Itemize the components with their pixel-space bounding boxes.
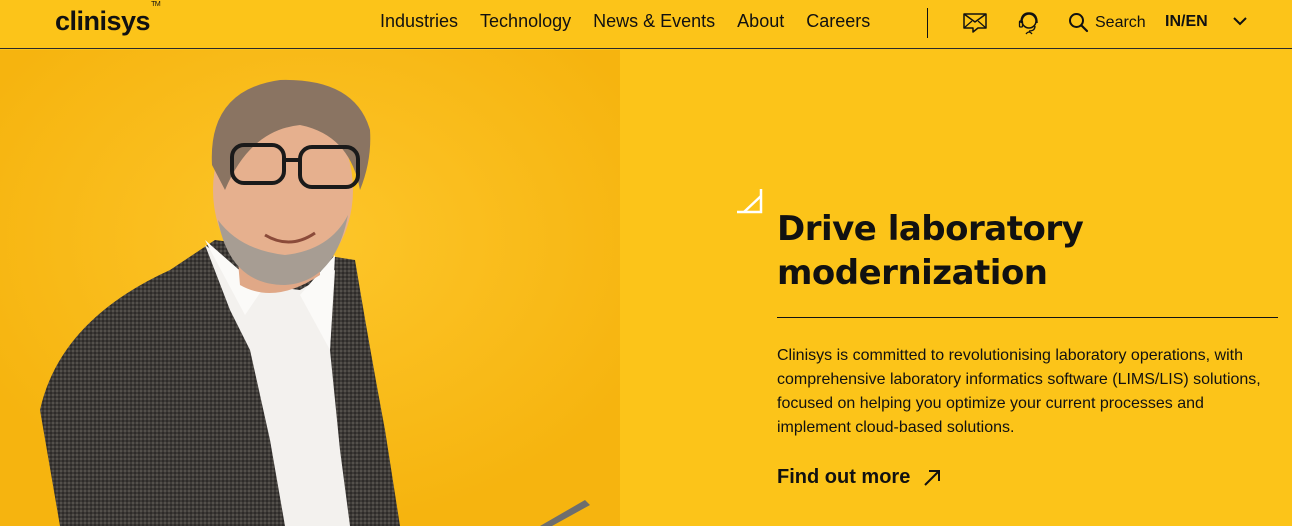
clinisys-logo[interactable]: clinisysTM bbox=[55, 1, 161, 37]
headline-line-1: Drive laboratory bbox=[777, 209, 1084, 249]
headline-line-2: modernization bbox=[777, 253, 1048, 293]
logo-text: clinisys bbox=[55, 6, 151, 36]
search-label: Search bbox=[1095, 13, 1146, 31]
nav-about[interactable]: About bbox=[737, 11, 784, 32]
main-nav: Industries Technology News & Events Abou… bbox=[380, 11, 892, 32]
cta-label: Find out more bbox=[777, 466, 911, 488]
chevron-down-icon[interactable] bbox=[1232, 14, 1248, 32]
corner-accent-icon bbox=[734, 186, 764, 221]
search-button[interactable]: Search bbox=[1068, 12, 1146, 33]
header-divider bbox=[927, 8, 928, 38]
arrow-up-right-icon bbox=[924, 469, 941, 486]
mail-icon[interactable] bbox=[962, 10, 988, 39]
language-selector[interactable]: IN/EN bbox=[1165, 13, 1208, 31]
hero-description: Clinisys is committed to revolutionising… bbox=[777, 347, 1261, 436]
logo-trademark: TM bbox=[151, 1, 161, 8]
hero-divider bbox=[777, 317, 1278, 318]
search-icon bbox=[1069, 13, 1089, 33]
site-header: clinisysTM Industries Technology News & … bbox=[0, 0, 1292, 49]
hero-headline: Drive laboratory modernization bbox=[777, 207, 1277, 295]
nav-industries[interactable]: Industries bbox=[380, 11, 458, 32]
support-headset-icon[interactable] bbox=[1017, 10, 1041, 41]
nav-careers[interactable]: Careers bbox=[806, 11, 870, 32]
nav-news-events[interactable]: News & Events bbox=[593, 11, 715, 32]
find-out-more-link[interactable]: Find out more bbox=[777, 466, 942, 489]
hero-man-photo bbox=[0, 50, 620, 526]
nav-technology[interactable]: Technology bbox=[480, 11, 571, 32]
